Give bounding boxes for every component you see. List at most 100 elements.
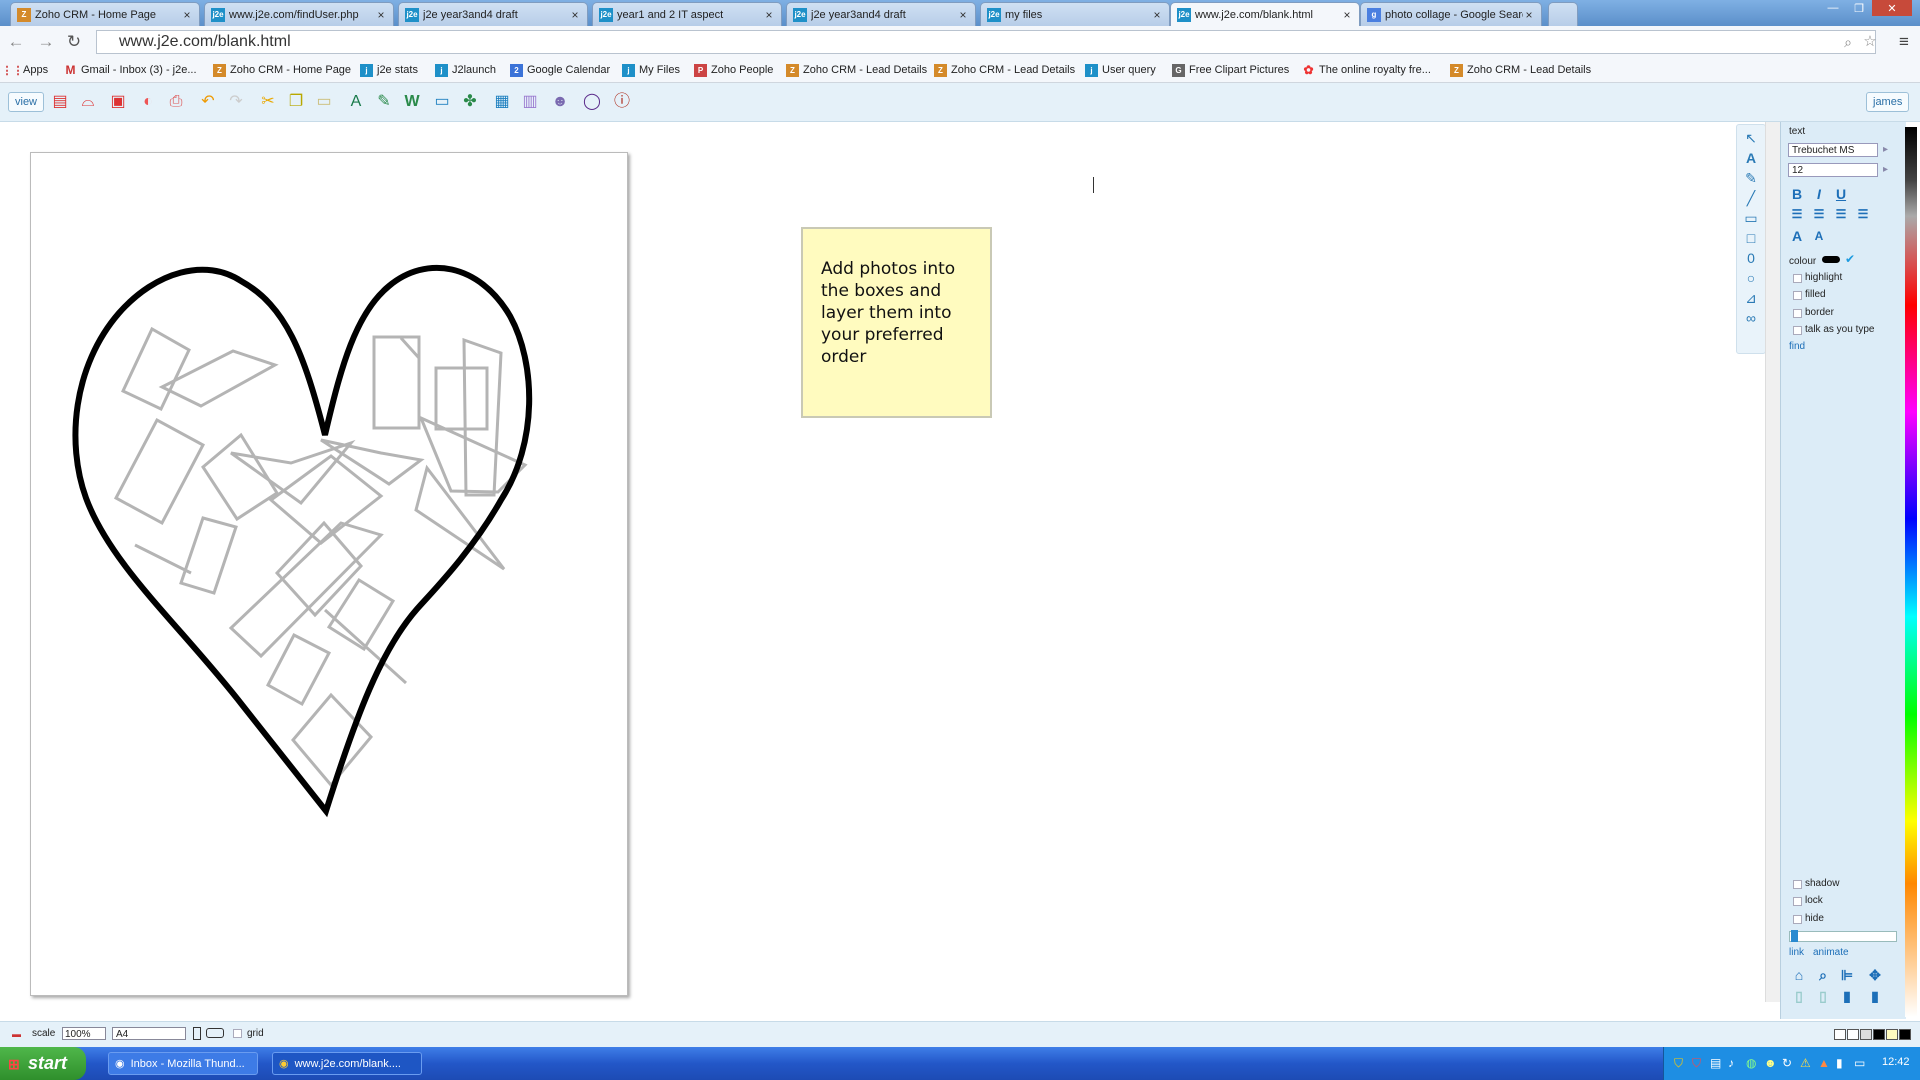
square-icon[interactable]: □ [1741, 229, 1761, 247]
tab-year1and2[interactable]: j2e year1 and 2 IT aspect × [592, 2, 782, 26]
start-button[interactable]: ⊞ start [0, 1047, 86, 1080]
link-link[interactable]: link [1789, 947, 1804, 958]
open-icon[interactable]: ⌓ [78, 92, 98, 112]
new-tab-button[interactable] [1548, 2, 1578, 26]
bold-icon[interactable]: B [1789, 186, 1805, 202]
close-icon[interactable]: × [181, 8, 193, 22]
address-bar[interactable]: www.j2e.com/blank.html [96, 30, 1876, 54]
align-right-icon[interactable]: ☰ [1833, 206, 1849, 222]
close-icon[interactable]: × [375, 8, 387, 22]
pointer-icon[interactable]: ↖ [1741, 129, 1761, 147]
filled-checkbox[interactable] [1793, 291, 1802, 300]
chart-icon[interactable]: ▥ [520, 92, 540, 112]
undo-icon[interactable]: ↶ [198, 92, 218, 112]
animate-link[interactable]: animate [1813, 947, 1849, 958]
close-icon[interactable]: × [1523, 8, 1535, 22]
sticky-note[interactable]: Add photos into the boxes and layer them… [801, 227, 992, 418]
bookmark-j2launch[interactable]: j J2launch [435, 62, 496, 78]
network-icon[interactable]: ▤ [1710, 1056, 1721, 1070]
bookmark-j2e-stats[interactable]: j j2e stats [360, 62, 418, 78]
close-window-icon[interactable]: ✕ [1872, 0, 1912, 16]
update-icon[interactable]: ◍ [1746, 1056, 1756, 1070]
close-icon[interactable]: × [763, 8, 775, 22]
table-icon[interactable]: ▦ [492, 92, 512, 112]
font-name-field[interactable]: Trebuchet MS [1788, 143, 1878, 157]
tab-zoho-home[interactable]: Z Zoho CRM - Home Page × [10, 2, 200, 26]
close-icon[interactable]: × [1341, 8, 1353, 22]
view-button[interactable]: view [8, 92, 45, 112]
tab-year3and4-draft-2[interactable]: j2e j2e year3and4 draft × [786, 2, 976, 26]
highlight-checkbox[interactable] [1793, 274, 1802, 283]
volume-icon[interactable]: ♪ [1728, 1056, 1734, 1070]
copy-icon[interactable]: ❐ [286, 92, 306, 112]
grid-checkbox[interactable] [233, 1029, 242, 1038]
widget-icon[interactable]: ▭ [432, 92, 452, 112]
new-page-icon[interactable]: ▤ [50, 92, 70, 112]
power-icon[interactable]: ▮ [1836, 1056, 1843, 1070]
italic-icon[interactable]: I [1811, 186, 1827, 202]
alert-icon[interactable]: ▲ [1818, 1056, 1830, 1070]
opacity-slider[interactable] [1789, 931, 1897, 942]
forward-icon[interactable]: → [36, 32, 56, 52]
layer-up-icon[interactable]: ▮ [1839, 988, 1855, 1004]
layout-double-icon[interactable] [1847, 1029, 1859, 1040]
portrait-icon[interactable] [193, 1027, 201, 1040]
bookmark-zoho-home[interactable]: Z Zoho CRM - Home Page [213, 62, 351, 78]
print-icon[interactable]: ⎙ [166, 92, 186, 112]
align-icon[interactable]: ⊫ [1839, 967, 1855, 983]
speech-bubble-icon[interactable]: ◯ [582, 92, 602, 112]
opacity-slider-handle[interactable] [1791, 930, 1798, 942]
font-size-field[interactable]: 12 [1788, 163, 1878, 177]
rectangle-icon[interactable]: ▭ [1741, 209, 1761, 227]
shield-icon[interactable]: ⛉ [1674, 1056, 1683, 1071]
collage-box[interactable] [462, 337, 503, 497]
move-icon[interactable]: ✥ [1867, 967, 1883, 983]
clipart-icon[interactable]: ✤ [460, 92, 480, 112]
security-icon[interactable]: ⛉ [1692, 1056, 1701, 1071]
vertical-scrollbar[interactable] [1765, 122, 1780, 1002]
size-dropdown-icon[interactable]: ▸ [1883, 164, 1888, 175]
collage-box[interactable] [121, 326, 191, 411]
layout-single-icon[interactable] [1834, 1029, 1846, 1040]
talk-checkbox[interactable] [1793, 326, 1802, 335]
pencil-icon[interactable]: ✎ [1741, 169, 1761, 187]
landscape-icon[interactable] [206, 1028, 224, 1038]
bookmark-royalty-free[interactable]: ✿ The online royalty fre... [1302, 62, 1430, 78]
back-icon[interactable]: ← [6, 32, 26, 52]
border-checkbox[interactable] [1793, 309, 1802, 318]
word-art-icon[interactable]: W [402, 92, 422, 112]
bookmark-user-query[interactable]: j User query [1085, 62, 1156, 78]
display-icon[interactable]: ▭ [1854, 1056, 1865, 1070]
info-icon[interactable]: ⓘ [612, 92, 632, 112]
collage-box[interactable] [158, 349, 279, 408]
collage-box[interactable] [265, 632, 332, 707]
users-icon[interactable]: ☻ [550, 92, 570, 112]
sync-icon[interactable]: ↻ [1782, 1056, 1792, 1070]
bookmark-my-files[interactable]: j My Files [622, 62, 680, 78]
save-icon[interactable]: ▣ [108, 92, 128, 112]
send-back-icon[interactable]: ▯ [1815, 988, 1831, 1004]
freehand-icon[interactable]: ∞ [1741, 309, 1761, 327]
bookmark-apps[interactable]: ⋮⋮ Apps [2, 62, 49, 78]
oval-icon[interactable]: 0 [1741, 249, 1761, 267]
checkmark-icon[interactable]: ✔ [1845, 252, 1855, 266]
find-link[interactable]: find [1789, 341, 1805, 352]
close-icon[interactable]: × [1151, 8, 1163, 22]
redo-icon[interactable]: ↷ [226, 92, 246, 112]
lock-checkbox[interactable] [1793, 897, 1802, 906]
restore-icon[interactable]: ❐ [1846, 0, 1872, 16]
user-button[interactable]: james [1866, 92, 1910, 112]
close-icon[interactable]: × [569, 8, 581, 22]
bookmark-zoho-lead-2[interactable]: Z Zoho CRM - Lead Details [934, 62, 1075, 78]
bookmark-free-clipart[interactable]: G Free Clipart Pictures [1172, 62, 1289, 78]
colour-swatch[interactable] [1822, 256, 1840, 263]
star-icon[interactable]: ☆ [1860, 32, 1880, 52]
tab-my-files[interactable]: j2e my files × [980, 2, 1170, 26]
close-icon[interactable]: × [957, 8, 969, 22]
taskbar-item-thunderbird[interactable]: ◉ Inbox - Mozilla Thund... [108, 1052, 258, 1075]
colour-palette[interactable] [1905, 127, 1917, 1017]
delete-icon[interactable]: ⌂ [1791, 967, 1807, 983]
zoom-icon[interactable]: ⌕ [1815, 967, 1831, 983]
layer-down-icon[interactable]: ▮ [1867, 988, 1883, 1004]
tab-finduser[interactable]: j2e www.j2e.com/findUser.php × [204, 2, 394, 26]
